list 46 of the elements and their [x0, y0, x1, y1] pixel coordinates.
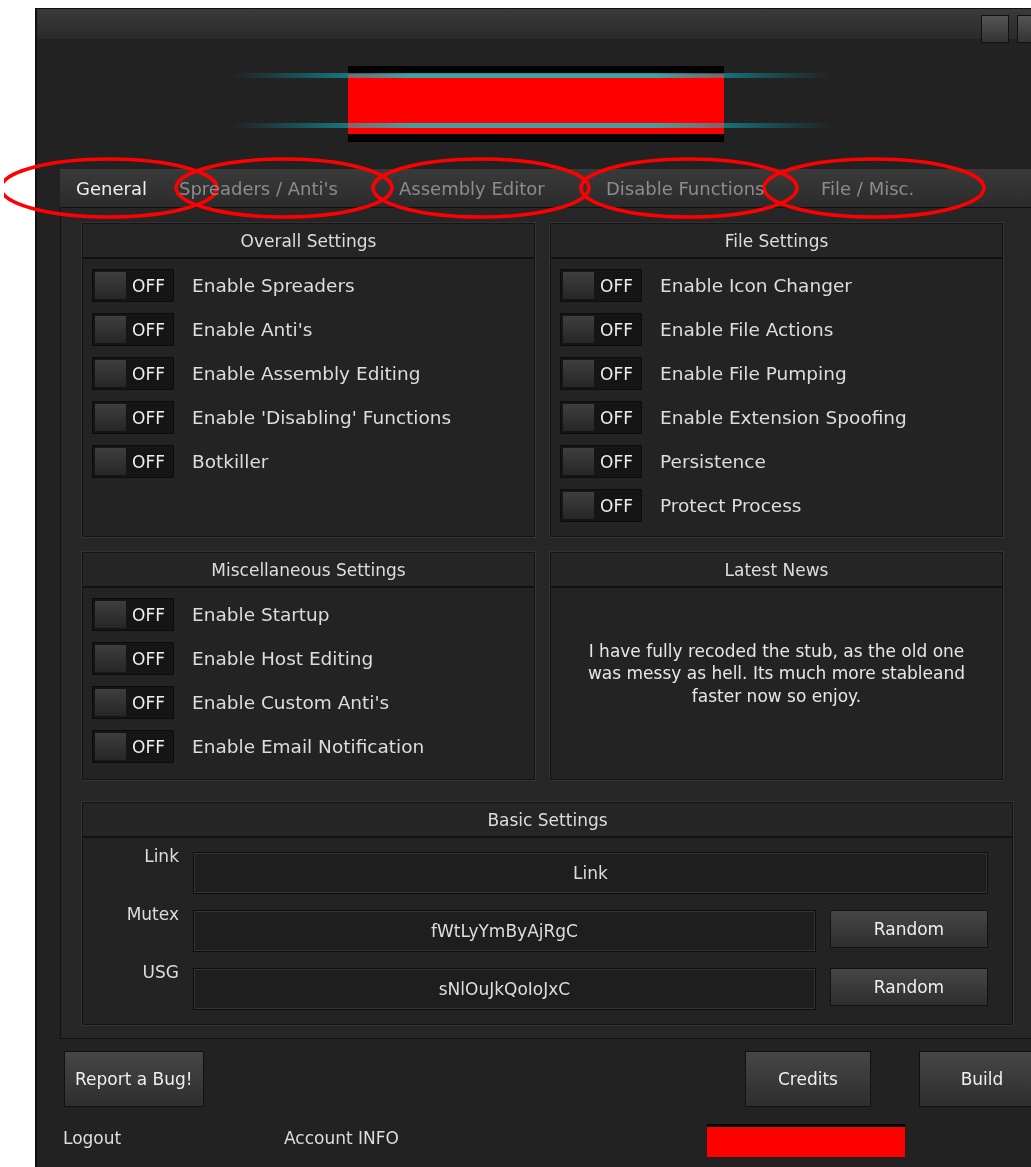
action-button[interactable]: Credits — [745, 1051, 871, 1107]
toggle-switch[interactable]: OFF — [560, 269, 642, 302]
toggle-label: Enable File Pumping — [660, 363, 847, 384]
field-label: Link — [143, 846, 179, 866]
toggle-label: Persistence — [660, 451, 766, 472]
toggle-label: Enable Icon Changer — [660, 275, 852, 296]
toggle-label: Enable Host Editing — [192, 648, 374, 669]
toggle-label: Enable 'Disabling' Functions — [192, 407, 452, 428]
toggle-switch[interactable]: OFF — [92, 445, 174, 478]
toggle-switch[interactable]: OFF — [92, 401, 174, 434]
toggle-switch[interactable]: OFF — [560, 357, 642, 390]
toggle-switch[interactable]: OFF — [560, 489, 642, 522]
toggle-switch[interactable]: OFF — [92, 598, 174, 631]
field-label: USG — [141, 962, 179, 982]
logout-link[interactable]: Logout — [63, 1128, 284, 1148]
toggle-switch[interactable]: OFF — [560, 445, 642, 478]
action-button[interactable]: Build — [919, 1051, 1031, 1107]
toggle-switch[interactable]: OFF — [92, 269, 174, 302]
toggle-switch[interactable]: OFF — [560, 313, 642, 346]
text-field[interactable]: fWtLyYmByAjRgC — [193, 910, 816, 952]
toggle-label: Enable Custom Anti's — [192, 692, 390, 713]
toggle-label: Protect Process — [660, 495, 802, 516]
news-text: I have fully recoded the stub, as the old one was messy as hell. Its much more stableand faster now so enjoy. — [586, 640, 967, 707]
text-field[interactable]: sNlOuJkQoIoJxC — [193, 968, 816, 1010]
toggle-label: Enable File Actions — [660, 319, 834, 340]
toggle-switch[interactable]: OFF — [92, 686, 174, 719]
toggle-label: Enable Startup — [192, 604, 330, 625]
report-bug-button[interactable]: Report a Bug! — [64, 1051, 204, 1107]
window-control-button[interactable] — [981, 15, 1009, 43]
toggle-label: Enable Email Notification — [192, 736, 425, 757]
random-button[interactable]: Random — [830, 910, 988, 948]
tab[interactable]: Assembly Editor — [399, 173, 606, 203]
toggle-label: Botkiller — [192, 451, 269, 472]
toggle-switch[interactable]: OFF — [560, 401, 642, 434]
random-button[interactable]: Random — [830, 968, 988, 1006]
toggle-switch[interactable]: OFF — [92, 642, 174, 675]
toggle-label: Enable Assembly Editing — [192, 363, 421, 384]
toggle-switch[interactable]: OFF — [92, 357, 174, 390]
toggle-label: Enable Extension Spoofing — [660, 407, 907, 428]
field-label: Mutex — [125, 904, 179, 924]
toggle-label: Enable Anti's — [192, 319, 313, 340]
toggle-switch[interactable]: OFF — [92, 730, 174, 763]
toggle-switch[interactable]: OFF — [92, 313, 174, 346]
toggle-label: Enable Spreaders — [192, 275, 355, 296]
account-info-link[interactable]: Account INFO — [284, 1128, 505, 1148]
text-field[interactable]: Link — [193, 852, 988, 894]
